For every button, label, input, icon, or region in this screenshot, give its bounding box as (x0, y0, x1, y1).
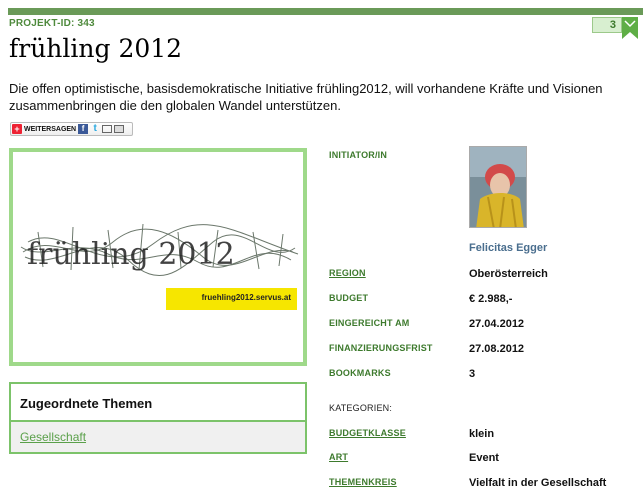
share-button[interactable]: + WEITERSAGEN f t (10, 122, 133, 136)
categories-label: KATEGORIEN: (329, 403, 393, 413)
theme-link[interactable]: Gesellschaft (20, 430, 86, 444)
page-title: frühling 2012 (9, 34, 183, 63)
project-id: PROJEKT-ID: 343 (9, 18, 95, 29)
twitter-icon[interactable]: t (90, 124, 100, 134)
themes-list: Gesellschaft (9, 420, 307, 454)
print-icon[interactable] (114, 125, 125, 133)
bookmark-count-badge[interactable]: 3 (592, 17, 622, 33)
mail-icon[interactable] (102, 125, 113, 133)
type-label[interactable]: ART (329, 452, 348, 462)
bookmark-icon[interactable] (622, 17, 638, 39)
theme-circle-label[interactable]: THEMENKREIS (329, 477, 397, 487)
top-bar (8, 8, 643, 15)
submitted-label: EINGEREICHT AM (329, 318, 410, 328)
region-label[interactable]: REGION (329, 268, 366, 278)
project-logo: frühling 2012 (9, 148, 307, 366)
budget-label: BUDGET (329, 293, 369, 303)
avatar[interactable] (469, 146, 527, 228)
theme-circle-value: Vielfalt in der Gesellschaft (469, 477, 607, 489)
initiator-name[interactable]: Felicitas Egger (469, 242, 547, 254)
themes-heading: Zugeordnete Themen (9, 382, 307, 420)
submitted-value: 27.04.2012 (469, 318, 525, 330)
funding-deadline-value: 27.08.2012 (469, 343, 525, 355)
region-value: Oberösterreich (469, 268, 548, 280)
project-description: Die offen optimistische, basisdemokratis… (9, 81, 603, 113)
plus-icon: + (12, 124, 22, 134)
budget-class-label[interactable]: BUDGETKLASSE (329, 428, 406, 438)
logo-script-text: frühling 2012 (27, 237, 235, 272)
bookmarks-value: 3 (469, 368, 476, 380)
bookmarks-label: BOOKMARKS (329, 368, 391, 378)
budget-class-value: klein (469, 428, 495, 440)
logo-url: fruehling2012.servus.at (166, 288, 297, 310)
budget-value: € 2.988,- (469, 293, 513, 305)
facebook-icon[interactable]: f (78, 124, 89, 134)
type-value: Event (469, 452, 499, 464)
funding-deadline-label: FINANZIERUNGSFRIST (329, 343, 433, 353)
share-label: WEITERSAGEN (24, 125, 77, 133)
initiator-label: INITIATOR/IN (329, 150, 388, 160)
